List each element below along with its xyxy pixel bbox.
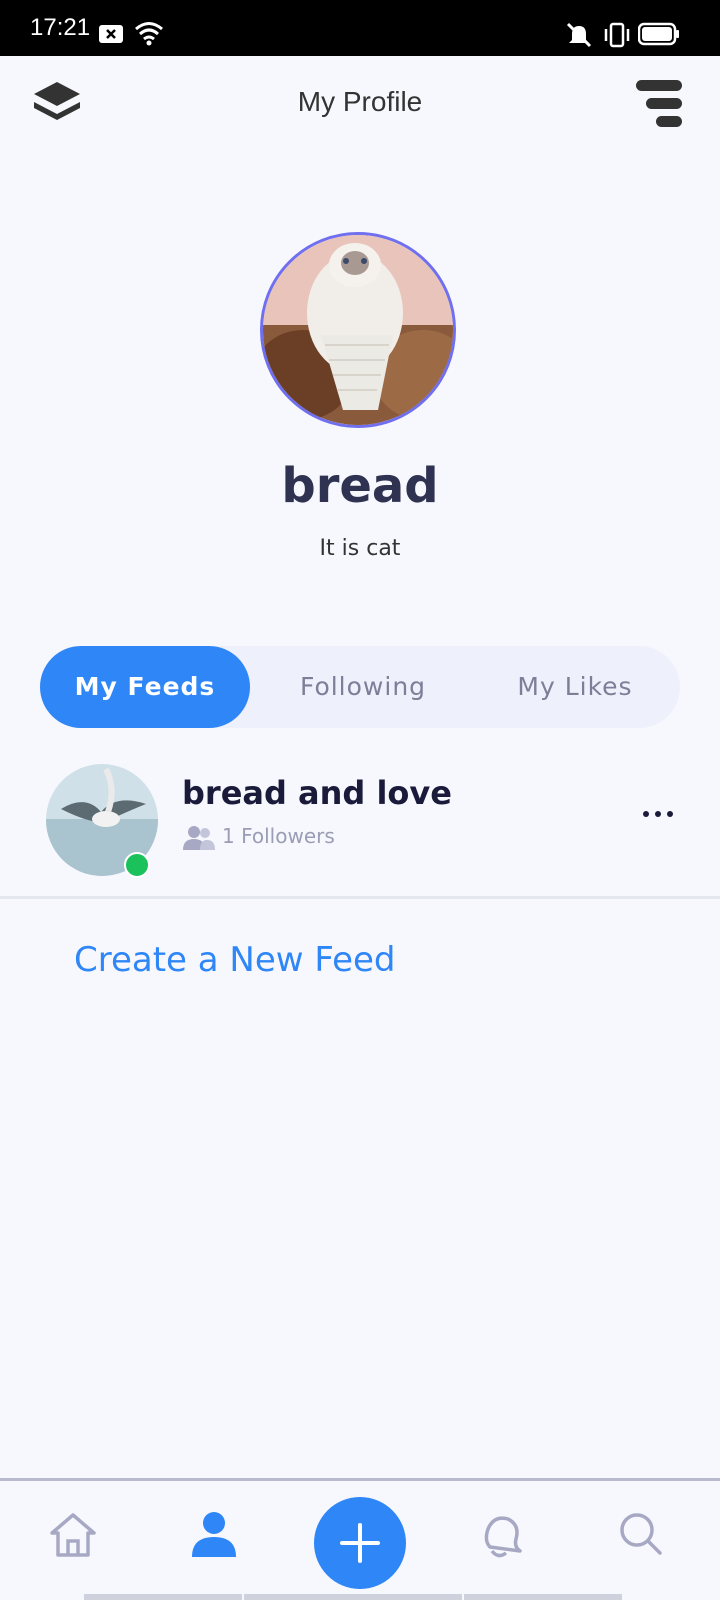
profile-avatar[interactable] — [260, 232, 456, 428]
menu-icon[interactable] — [636, 78, 684, 128]
profile-icon[interactable] — [190, 1511, 238, 1559]
online-status-dot — [124, 852, 150, 878]
tab-my-feeds[interactable]: My Feeds — [40, 646, 250, 728]
notification-icon — [99, 25, 123, 43]
bell-icon[interactable] — [476, 1511, 526, 1559]
gesture-bar — [84, 1594, 242, 1600]
page-title: My Profile — [297, 86, 423, 117]
profile-bio: It is cat — [319, 536, 401, 561]
profile-name: bread — [281, 458, 439, 514]
search-icon[interactable] — [618, 1511, 664, 1557]
tab-following[interactable]: Following — [258, 646, 468, 728]
divider — [0, 896, 720, 899]
gesture-bar — [464, 1594, 622, 1600]
gesture-bar — [244, 1594, 462, 1600]
feed-followers: 1 Followers — [182, 824, 335, 851]
followers-icon — [183, 825, 215, 850]
create-feed-link[interactable]: Create a New Feed — [74, 940, 396, 980]
vibrate-mute-icon — [566, 22, 592, 48]
vibrate-icon — [604, 22, 630, 48]
home-icon[interactable] — [48, 1511, 98, 1559]
bottom-nav — [0, 1481, 720, 1600]
feed-name: bread and love — [182, 774, 452, 812]
avatar-image — [263, 235, 453, 425]
status-bar: 17:21 — [0, 0, 720, 56]
wifi-icon — [135, 22, 163, 46]
feed-tabs: My Feeds Following My Likes — [40, 646, 680, 728]
tab-my-likes[interactable]: My Likes — [470, 646, 680, 728]
feed-list-item[interactable]: bread and love 1 Followers — [0, 760, 720, 896]
status-time: 17:21 — [30, 14, 91, 41]
battery-icon — [638, 22, 679, 46]
app-bar: My Profile — [0, 56, 720, 152]
more-options-icon[interactable] — [640, 802, 676, 826]
add-button[interactable] — [314, 1497, 406, 1589]
add-icon — [340, 1523, 380, 1563]
followers-count: 1 Followers — [222, 824, 335, 848]
